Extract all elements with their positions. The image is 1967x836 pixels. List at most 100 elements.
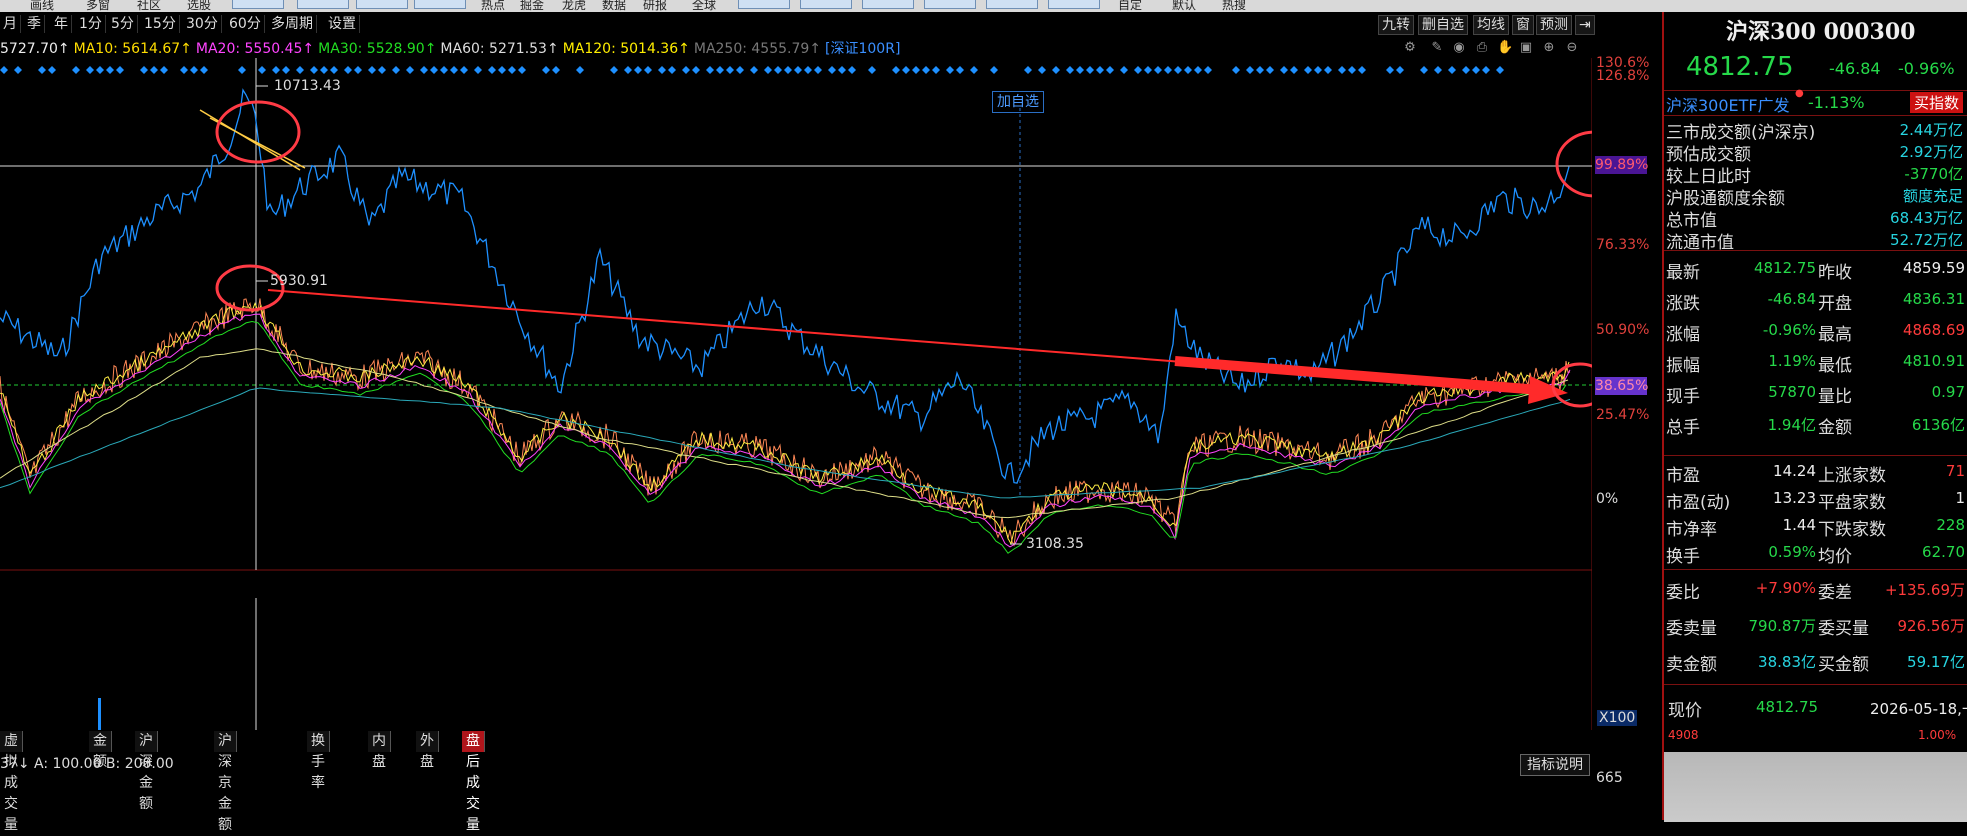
handwritten-overlay	[1664, 752, 1967, 822]
signal-diamond	[190, 66, 198, 74]
stat-value: 62.70	[1922, 543, 1965, 561]
signal-diamond	[1154, 66, 1162, 74]
signal-diamond	[946, 66, 954, 74]
menu-button[interactable]	[414, 0, 466, 9]
zoom-out-icon[interactable]: ⊖	[1565, 41, 1579, 55]
signal-diamond	[1076, 66, 1084, 74]
stat-value: 13.23	[1773, 489, 1816, 507]
stat-value: 6136亿	[1911, 416, 1965, 434]
signal-diamond	[488, 66, 496, 74]
stat-label: 最高	[1818, 325, 1852, 345]
signal-diamond	[1462, 66, 1470, 74]
ma-legend-item[interactable]: MA20: 5550.45↑	[196, 41, 314, 57]
signal-diamond	[1482, 66, 1490, 74]
signal-diamond	[912, 66, 920, 74]
period-5min[interactable]: 5分	[108, 15, 138, 33]
lock-icon[interactable]: ▣	[1519, 41, 1533, 55]
period-year[interactable]: 年	[51, 15, 72, 33]
price-change-pct: -0.96%	[1898, 59, 1955, 78]
stat-value: 790.87万	[1748, 617, 1817, 635]
ma-legend-item[interactable]: MA30: 5528.90↑	[318, 41, 436, 57]
tab-sh-sz-bj-amount[interactable]: 沪深京金额	[214, 731, 237, 833]
period-quarter[interactable]: 季	[24, 15, 45, 33]
signal-diamond	[1348, 66, 1356, 74]
period-30min[interactable]: 30分	[183, 15, 222, 33]
divider	[1664, 455, 1967, 456]
add-favorite-button[interactable]: 加自选	[992, 91, 1044, 113]
etf-link[interactable]: 沪深300ETF广发	[1666, 92, 1790, 116]
menu-button[interactable]	[862, 0, 914, 9]
print-icon[interactable]: ⎙	[1475, 41, 1489, 55]
signal-diamond	[682, 66, 690, 74]
stat-value: 1.44	[1782, 516, 1816, 534]
signal-diamond	[1314, 66, 1322, 74]
pen-icon[interactable]: ✎	[1430, 41, 1444, 55]
tab-after-hours-volume[interactable]: 盘后成交量	[462, 731, 485, 833]
buy-index-button[interactable]: 买指数	[1910, 92, 1964, 113]
signal-diamond	[1256, 66, 1264, 74]
ma-legend-item[interactable]: MA120: 5014.36↑	[563, 41, 690, 57]
signal-diamond	[668, 66, 676, 74]
signal-diamond	[726, 66, 734, 74]
zoom-in-icon[interactable]: ⊕	[1542, 41, 1556, 55]
stat-label: 买金额	[1818, 655, 1869, 675]
eye-icon[interactable]: ◉	[1452, 41, 1466, 55]
signal-diamond	[764, 66, 772, 74]
signal-diamond	[868, 66, 876, 74]
stat-value: 14.24	[1773, 462, 1816, 480]
ma-legend-item[interactable]: MA250: 4555.79↑	[694, 41, 821, 57]
ma-legend-item[interactable]: 5727.70↑	[0, 41, 70, 57]
signal-diamond	[644, 66, 652, 74]
ma-legend-item[interactable]: MA60: 5271.53↑	[440, 41, 558, 57]
signal-diamond	[1472, 66, 1480, 74]
period-1min[interactable]: 1分	[76, 15, 106, 33]
signal-diamond	[1246, 66, 1254, 74]
signal-diamond	[542, 66, 550, 74]
nine-turn-button[interactable]: 九转	[1378, 15, 1414, 35]
tab-outer-volume[interactable]: 外盘	[416, 731, 439, 770]
tab-virtual-volume[interactable]: 虚拟成交量	[0, 731, 23, 833]
window-button[interactable]: 窗	[1512, 15, 1534, 35]
period-15min[interactable]: 15分	[141, 15, 180, 33]
signal-diamond	[804, 66, 812, 74]
menu-button[interactable]	[924, 0, 976, 9]
volume-bar	[98, 698, 101, 730]
stat-label: 均价	[1818, 547, 1852, 567]
remove-favorite-button[interactable]: 删自选	[1418, 15, 1468, 35]
signal-diamond	[460, 66, 468, 74]
ma-legend-item[interactable]: MA10: 5614.67↑	[74, 41, 192, 57]
forecast-button[interactable]: 预测	[1536, 15, 1572, 35]
signal-diamond	[200, 66, 208, 74]
signal-diamond	[420, 66, 428, 74]
menu-button[interactable]	[232, 0, 284, 9]
signal-diamond	[72, 66, 80, 74]
signal-diamond	[296, 66, 304, 74]
tab-inner-volume[interactable]: 内盘	[368, 731, 391, 770]
moving-average-button[interactable]: 均线	[1473, 15, 1509, 35]
settings-button[interactable]: 设置	[325, 15, 360, 33]
hand-icon[interactable]: ✋	[1497, 41, 1513, 55]
signal-diamond	[180, 66, 188, 74]
tab-amount[interactable]: 金额	[89, 731, 112, 770]
signal-diamond	[922, 66, 930, 74]
settings-icon[interactable]: ⚙	[1403, 41, 1417, 55]
menu-button[interactable]	[1048, 0, 1100, 9]
ma-legend: 5727.70↑ MA10: 5614.67↑ MA20: 5550.45↑ MA30…	[0, 38, 904, 57]
tab-sh-sz-amount[interactable]: 沪深金额	[135, 731, 158, 812]
period-60min[interactable]: 60分	[226, 15, 265, 33]
period-month[interactable]: 月	[0, 15, 21, 33]
tab-turnover[interactable]: 换手率	[307, 731, 330, 791]
price-chart[interactable]	[0, 58, 1592, 730]
menu-button[interactable]	[356, 0, 408, 9]
indicator-help-button[interactable]: 指标说明	[1520, 754, 1590, 776]
stat-value: +7.90%	[1755, 579, 1816, 597]
exit-icon[interactable]: ⇥	[1575, 15, 1595, 35]
tick-price: 4812.75	[1756, 698, 1819, 716]
menu-button[interactable]	[800, 0, 852, 9]
signal-diamond	[892, 66, 900, 74]
menu-button[interactable]	[986, 0, 1038, 9]
menu-button[interactable]	[738, 0, 790, 9]
multi-period-button[interactable]: 多周期	[268, 15, 317, 33]
ma-legend-item[interactable]: [深证100R]	[825, 41, 900, 57]
menu-button[interactable]	[297, 0, 349, 9]
